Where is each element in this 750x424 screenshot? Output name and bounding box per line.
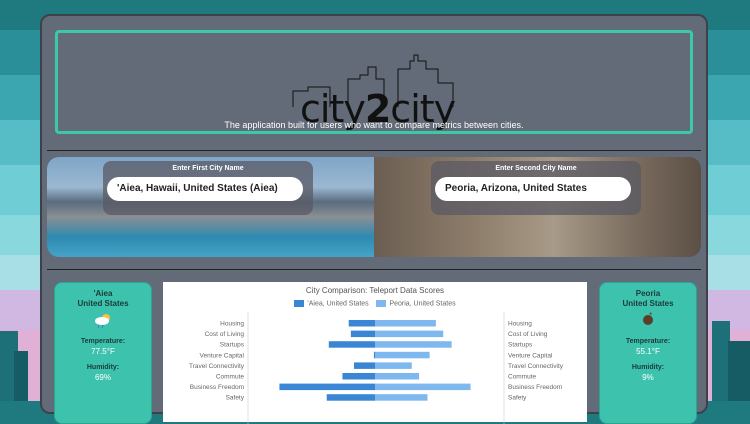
second-city-label: Enter Second City Name [495, 165, 577, 172]
left-temp-value: 77.5°F [91, 347, 115, 356]
bar-series-b [375, 341, 452, 348]
second-city-card: Enter Second City Name Peoria, Arizona, … [431, 161, 641, 215]
right-humidity-value: 9% [642, 373, 654, 382]
first-city-input[interactable]: 'Aiea, Hawaii, United States (Aiea) [107, 177, 303, 201]
right-city-weather-card: Peoria United States Temperature: 55.1°F… [599, 282, 697, 424]
first-city-label: Enter First City Name [172, 165, 244, 172]
category-label-right: Business Freedom [508, 384, 562, 391]
category-label-left: Cost of Living [205, 331, 245, 338]
category-label-right: Venture Capital [508, 352, 553, 359]
category-label-right: Travel Connectivity [508, 363, 564, 370]
right-temp-label: Temperature: [625, 338, 671, 345]
bar-series-b [375, 362, 412, 369]
main-panel: city2city The application built for user… [40, 14, 708, 424]
bg-building [728, 341, 750, 401]
left-city-country: United States [77, 299, 129, 308]
bar-series-a [326, 394, 375, 401]
category-label-right: Commute [508, 374, 537, 381]
second-city-input[interactable]: Peoria, Arizona, United States [435, 177, 631, 201]
legend-label-b: Peoria, United States [389, 300, 456, 308]
left-humidity-label: Humidity: [86, 364, 120, 371]
category-label-right: Housing [508, 321, 532, 328]
left-city-name: 'Aiea [93, 289, 113, 298]
bar-series-b [375, 383, 471, 391]
bar-series-a [354, 362, 375, 369]
category-label-left: Startups [220, 342, 245, 349]
right-humidity-label: Humidity: [631, 364, 665, 371]
bg-building [14, 351, 28, 401]
category-label-right: Startups [508, 342, 533, 349]
right-city-country: United States [622, 299, 674, 308]
category-label-left: Venture Capital [200, 352, 245, 359]
category-label-left: Commute [216, 374, 245, 381]
bar-series-b [375, 330, 444, 338]
category-label-left: Travel Connectivity [189, 363, 245, 370]
chart-title: City Comparison: Teleport Data Scores [305, 286, 445, 295]
partly-cloudy-rain-icon [95, 314, 110, 329]
bar-series-b [375, 320, 436, 327]
chart-legend: 'Aiea, United States Peoria, United Stat… [163, 300, 587, 307]
bar-series-a [350, 330, 375, 338]
legend-swatch-b [376, 300, 387, 307]
left-temp-label: Temperature: [80, 338, 126, 345]
first-city-card: Enter First City Name 'Aiea, Hawaii, Uni… [103, 161, 313, 215]
left-humidity-value: 69% [94, 373, 111, 382]
bar-series-a [279, 383, 375, 391]
bar-series-b [375, 373, 420, 380]
chart-plot: Housing Housing Cost of Living Cost of Livi… [189, 312, 564, 424]
bar-series-a [373, 351, 375, 359]
bar-series-b [375, 394, 428, 401]
right-temp-value: 55.1°F [636, 347, 660, 356]
right-city-name: Peoria [635, 289, 661, 298]
bar-series-b [375, 351, 430, 359]
legend-label-a: 'Aiea, United States [307, 300, 369, 308]
divider [47, 269, 701, 270]
category-label-left: Housing [220, 321, 244, 328]
bar-series-a [348, 320, 375, 327]
left-city-weather-card: 'Aiea United States Temperature: 77.5°F … [54, 282, 152, 424]
tagline: The application built for users who want… [224, 120, 524, 130]
bar-series-a [342, 373, 375, 380]
comparison-chart: City Comparison: Teleport Data Scores 'A… [163, 282, 587, 424]
divider [47, 150, 701, 151]
category-label-left: Business Freedom [190, 384, 244, 391]
header-banner: city2city The application built for user… [55, 30, 693, 134]
legend-swatch-a [294, 300, 305, 307]
bar-series-a [328, 341, 375, 348]
category-label-right: Cost of Living [508, 331, 548, 338]
moon-cloud-icon [643, 312, 653, 325]
